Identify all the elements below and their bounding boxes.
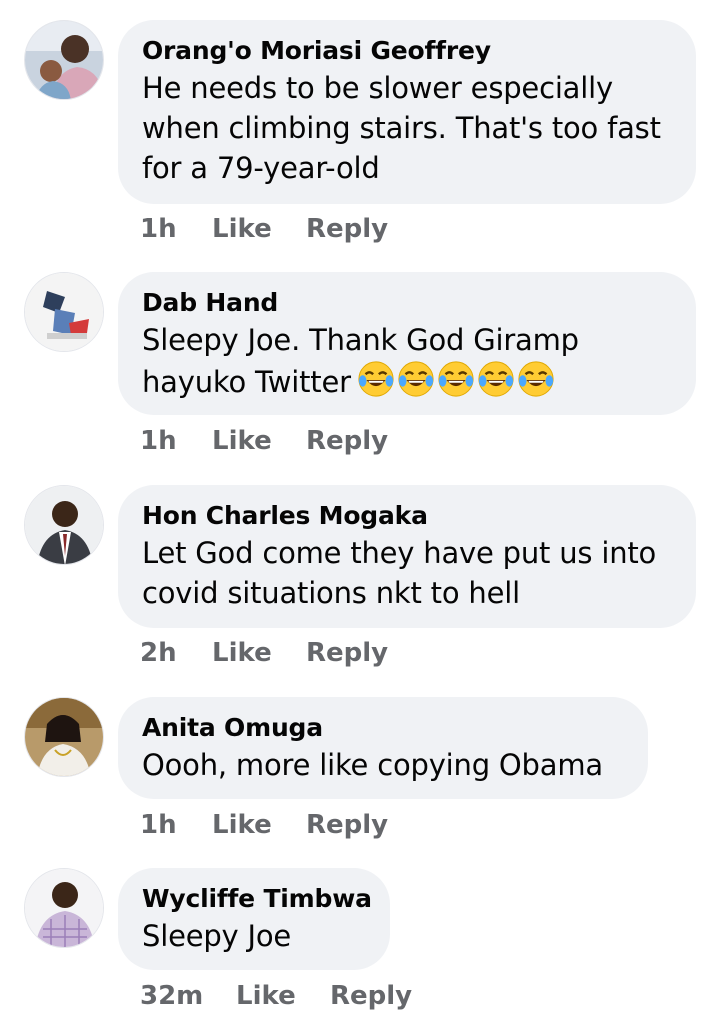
comment-actions: 1h Like Reply	[140, 214, 388, 244]
tears-of-joy-emoji-icon	[397, 360, 435, 398]
avatar[interactable]	[24, 272, 104, 352]
comment-text-line: Let God come they have put us into	[142, 536, 657, 570]
avatar-image	[25, 698, 103, 776]
comment-author[interactable]: Wycliffe Timbwa	[142, 882, 372, 916]
comment-bubble: Hon Charles Mogaka Let God come they hav…	[118, 485, 696, 628]
comment-text-line: Oooh, more like copying Obama	[142, 748, 603, 782]
comment-bubble: Anita Omuga Oooh, more like copying Obam…	[118, 697, 648, 799]
comment-actions: 1h Like Reply	[140, 810, 388, 840]
like-button[interactable]: Like	[212, 638, 306, 668]
avatar-image	[25, 869, 103, 947]
comment-text: He needs to be slower especially when cl…	[142, 68, 672, 188]
comment-author[interactable]: Hon Charles Mogaka	[142, 499, 672, 533]
comment-text-line: when climbing stairs. That's too fast	[142, 111, 661, 145]
reply-button[interactable]: Reply	[306, 426, 388, 456]
comment-timestamp[interactable]: 1h	[140, 426, 212, 456]
tears-of-joy-emoji-icon	[477, 360, 515, 398]
emoji-group: 😂😂😂😂😂	[357, 360, 555, 398]
comment-text-fragment: hayuko Twitter	[142, 365, 351, 399]
avatar-image	[25, 273, 103, 351]
comment-timestamp[interactable]: 2h	[140, 638, 212, 668]
reply-button[interactable]: Reply	[330, 981, 412, 1011]
like-button[interactable]: Like	[212, 426, 306, 456]
comment-text: Let God come they have put us into covid…	[142, 533, 672, 613]
comment-timestamp[interactable]: 1h	[140, 214, 212, 244]
like-button[interactable]: Like	[212, 214, 306, 244]
avatar-image	[25, 486, 103, 564]
comment-author[interactable]: Orang'o Moriasi Geoffrey	[142, 34, 672, 68]
comment-bubble: Wycliffe Timbwa Sleepy Joe	[118, 868, 390, 970]
comment-author[interactable]: Anita Omuga	[142, 711, 624, 745]
comment-text-line: hayuko Twitter😂😂😂😂😂	[142, 360, 672, 402]
comments-feed: Orang'o Moriasi Geoffrey He needs to be …	[0, 0, 720, 1020]
avatar[interactable]	[24, 697, 104, 777]
reply-button[interactable]: Reply	[306, 214, 388, 244]
comment-text-line: He needs to be slower especially	[142, 71, 613, 105]
comment-text-line: Sleepy Joe	[142, 919, 292, 953]
tears-of-joy-emoji-icon	[517, 360, 555, 398]
reply-button[interactable]: Reply	[306, 810, 388, 840]
like-button[interactable]: Like	[212, 810, 306, 840]
comment-text: Sleepy Joe	[142, 916, 366, 956]
comment-text-line: for a 79-year-old	[142, 151, 380, 185]
comment-text: Oooh, more like copying Obama	[142, 745, 624, 785]
comment-author[interactable]: Dab Hand	[142, 286, 672, 320]
tears-of-joy-emoji-icon	[437, 360, 475, 398]
comment-bubble: Dab Hand Sleepy Joe. Thank God Giramp ha…	[118, 272, 696, 415]
comment-text-line: Sleepy Joe. Thank God Giramp	[142, 323, 579, 357]
comment-timestamp[interactable]: 32m	[140, 981, 236, 1011]
tears-of-joy-emoji-icon	[357, 360, 395, 398]
comment-timestamp[interactable]: 1h	[140, 810, 212, 840]
comment-actions: 2h Like Reply	[140, 638, 388, 668]
avatar[interactable]	[24, 485, 104, 565]
comment-text-line: covid situations nkt to hell	[142, 576, 520, 610]
comment-bubble: Orang'o Moriasi Geoffrey He needs to be …	[118, 20, 696, 204]
comment-actions: 32m Like Reply	[140, 981, 412, 1011]
avatar[interactable]	[24, 20, 104, 100]
comment-text: Sleepy Joe. Thank God Giramp hayuko Twit…	[142, 320, 672, 402]
avatar-image	[25, 21, 103, 99]
reply-button[interactable]: Reply	[306, 638, 388, 668]
comment-actions: 1h Like Reply	[140, 426, 388, 456]
avatar[interactable]	[24, 868, 104, 948]
like-button[interactable]: Like	[236, 981, 330, 1011]
